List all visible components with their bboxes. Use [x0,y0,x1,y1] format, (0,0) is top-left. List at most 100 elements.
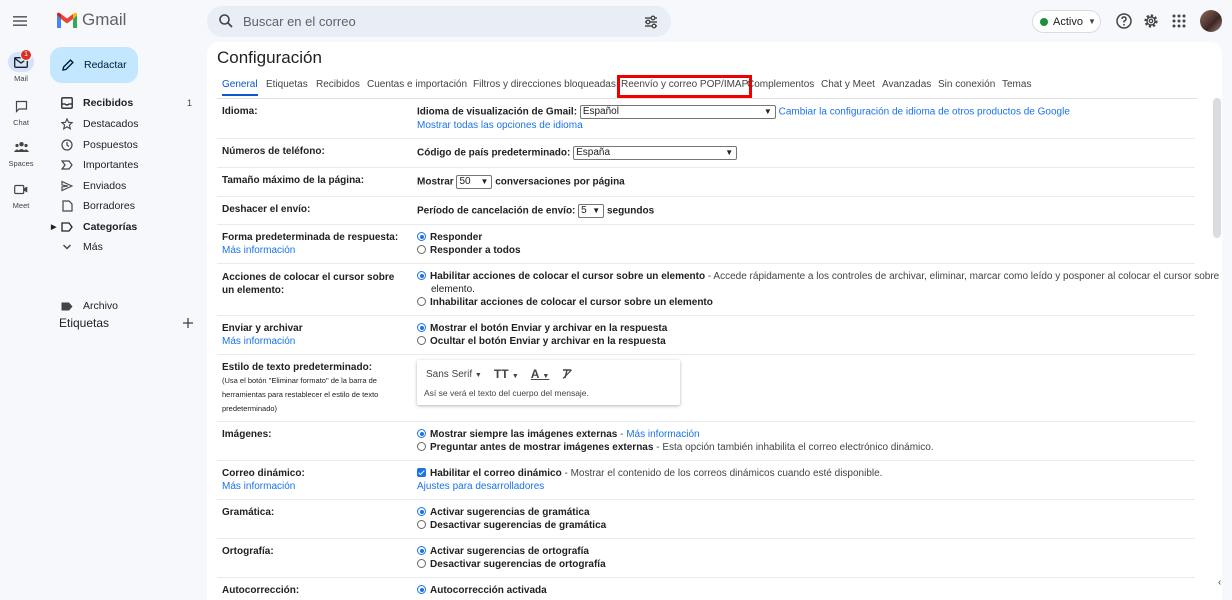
radio-reply-all[interactable] [417,245,426,254]
reply-option-1[interactable]: Responder [417,232,482,243]
spelling-option-2[interactable]: Desactivar sugerencias de ortografía [417,559,606,570]
send-icon [60,179,74,193]
phone-label: Números de teléfono: [222,146,325,157]
change-other-products-language-link[interactable]: Cambiar la configuración de idioma de ot… [779,107,1070,118]
country-code-select[interactable]: España ▼ [573,146,738,160]
nav-item-sent[interactable]: Enviados [42,176,202,196]
tab-chat-meet[interactable]: Chat y Meet [821,79,875,94]
reply-option-2[interactable]: Responder a todos [417,245,521,256]
option-label: Desactivar sugerencias de gramática [430,520,607,531]
option-label: Activar sugerencias de gramática [430,507,590,518]
nav-item-inbox[interactable]: Recibidos 1 [42,93,202,113]
nav-item-starred[interactable]: Destacados [42,114,202,134]
option-description: - Esta opción también inhabilita el corr… [653,442,934,453]
hover-option-1[interactable]: Habilitar acciones de colocar el cursor … [417,271,1222,282]
status-button[interactable]: Activo ▼ [1032,10,1101,33]
radio-grammar-off[interactable] [417,520,426,529]
checkbox-dynamic-email[interactable] [417,468,426,477]
send-archive-option-1[interactable]: Mostrar el botón Enviar y archivar en la… [417,323,667,334]
nav-item-snoozed[interactable]: Pospuestos [42,135,202,155]
rail-item-meet[interactable]: Meet [0,179,42,210]
tab-general[interactable]: General [222,79,258,96]
row-divider [217,167,1195,168]
page-size-label: Tamaño máximo de la página: [222,175,365,186]
nav-item-important[interactable]: Importantes [42,155,202,175]
option-label: Inhabilitar acciones de colocar el curso… [430,297,713,308]
radio-enable-hover[interactable] [417,271,426,280]
collapse-side-panel-icon[interactable]: ‹ [1218,577,1221,588]
send-archive-more-info-link[interactable]: Más información [222,336,295,347]
nav-item-more[interactable]: Más [42,237,202,257]
radio-show-send-archive[interactable] [417,323,426,332]
radio-disable-hover[interactable] [417,297,426,306]
search-icon[interactable] [218,13,234,29]
radio-always-show-images[interactable] [417,429,426,438]
dynamic-more-info-link[interactable]: Más información [222,481,295,492]
row-divider [217,460,1195,461]
scrollbar[interactable] [1213,98,1221,238]
autocorrect-option-1[interactable]: Autocorrección activada [417,585,547,596]
tab-labels[interactable]: Etiquetas [266,79,308,94]
images-option-2[interactable]: Preguntar antes de mostrar imágenes exte… [417,442,934,453]
search-options-icon[interactable] [643,14,659,30]
rail-item-mail[interactable]: 1 Mail [0,49,42,83]
tab-filters[interactable]: Filtros y direcciones bloqueadas [473,79,616,94]
pencil-icon [62,59,74,71]
option-label: Habilitar acciones de colocar el cursor … [430,271,706,282]
dynamic-email-option[interactable]: Habilitar el correo dinámico - Mostrar e… [417,468,882,479]
add-label-icon[interactable] [181,316,195,330]
images-option-1[interactable]: Mostrar siempre las imágenes externas - … [417,429,700,440]
help-icon[interactable] [1115,12,1133,30]
apps-grid-icon[interactable] [1170,12,1188,30]
send-archive-option-2[interactable]: Ocultar el botón Enviar y archivar en la… [417,336,666,347]
radio-hide-send-archive[interactable] [417,336,426,345]
search-input[interactable] [243,6,633,37]
grammar-option-1[interactable]: Activar sugerencias de gramática [417,507,590,518]
language-label: Idioma: [222,106,258,117]
radio-autocorrect-on[interactable] [417,585,426,594]
nav-item-label: Recibidos [83,97,134,109]
tab-forwarding-pop-imap[interactable]: Reenvío y correo POP/IMAP [616,75,753,98]
page-size-select[interactable]: 50 ▼ [456,175,493,189]
hover-option-2[interactable]: Inhabilitar acciones de colocar el curso… [417,297,713,308]
expand-caret-icon[interactable]: ▶ [51,223,56,231]
radio-reply[interactable] [417,232,426,241]
nav-item-label: Borradores [83,200,135,212]
option-label: Ocultar el botón Enviar y archivar en la… [430,336,666,347]
tab-themes[interactable]: Temas [1002,79,1031,94]
account-avatar[interactable] [1200,10,1222,32]
spelling-option-1[interactable]: Activar sugerencias de ortografía [417,546,589,557]
nav-item-categories[interactable]: ▶ Categorías [42,217,202,237]
text-color-icon[interactable]: A ▼ [531,367,550,381]
show-all-language-options-link[interactable]: Mostrar todas las opciones de idioma [417,120,583,131]
settings-gear-icon[interactable] [1142,12,1160,30]
tab-accounts-import[interactable]: Cuentas e importación [367,79,467,94]
developer-settings-link[interactable]: Ajustes para desarrolladores [417,481,544,492]
rail-item-chat[interactable]: Chat [0,96,42,127]
language-select[interactable]: Español ▼ [579,105,776,119]
tab-offline[interactable]: Sin conexión [938,79,995,94]
tab-addons[interactable]: Complementos [747,79,814,94]
rail-item-spaces[interactable]: Spaces [0,137,42,168]
radio-grammar-on[interactable] [417,507,426,516]
nav-item-label-archivo[interactable]: Archivo [42,296,202,316]
grammar-option-2[interactable]: Desactivar sugerencias de gramática [417,520,606,531]
top-bar: Gmail Activo ▼ [0,0,1232,42]
font-family-select[interactable]: Sans Serif ▼ [426,369,482,380]
tab-inbox[interactable]: Recibidos [316,79,360,94]
page-title: Configuración [217,48,322,67]
undo-send-select[interactable]: 5 ▼ [578,204,605,218]
radio-ask-images[interactable] [417,442,426,451]
gmail-logo[interactable]: Gmail [56,10,126,30]
remove-formatting-icon[interactable] [561,368,573,380]
reply-more-info-link[interactable]: Más información [222,245,295,256]
tab-advanced[interactable]: Avanzadas [882,79,931,94]
nav-item-drafts[interactable]: Borradores [42,196,202,216]
radio-spelling-on[interactable] [417,546,426,555]
radio-spelling-off[interactable] [417,559,426,568]
images-more-info-link[interactable]: Más información [626,429,699,440]
font-size-icon[interactable]: TT ▼ [494,367,519,381]
compose-button[interactable]: Redactar [50,47,138,83]
main-menu-icon[interactable] [11,12,29,30]
option-label: Mostrar el botón Enviar y archivar en la… [430,323,668,334]
